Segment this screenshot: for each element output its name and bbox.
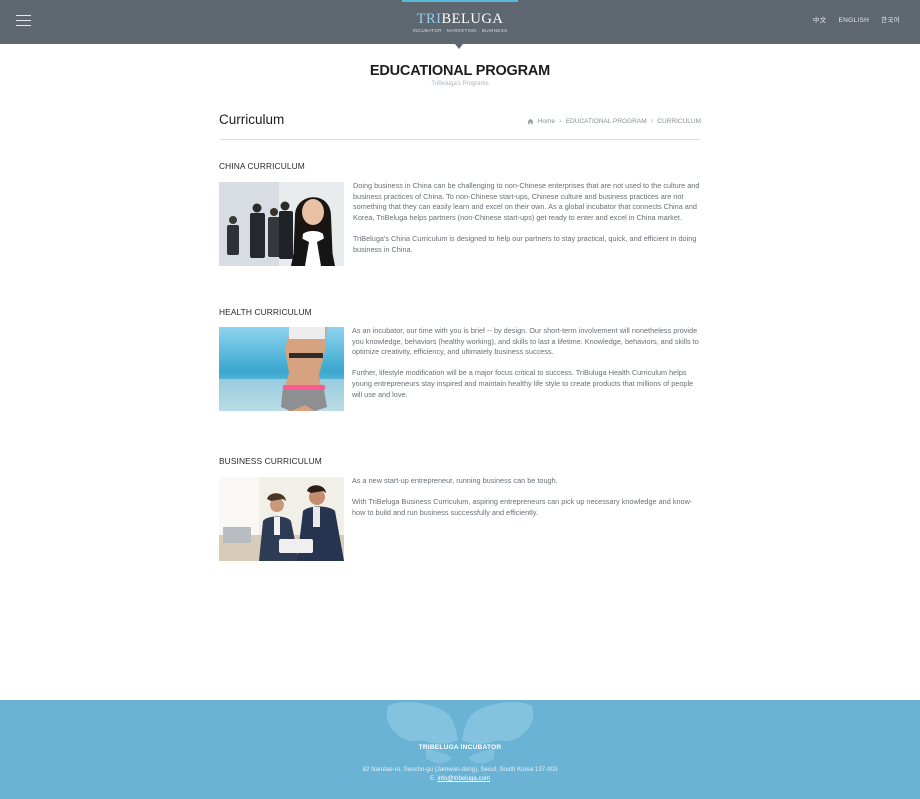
section-heading: Curriculum [219,112,285,127]
business-paragraph-1: As a new start-up entrepreneur, running … [352,476,558,485]
lang-chinese-link[interactable]: 中文 [813,16,827,25]
footer-email-row: E. info@tribeluga.com [0,775,920,782]
footer-email-link[interactable]: info@tribeluga.com [437,775,490,782]
health-curriculum-title: HEALTH CURRICULUM [219,307,312,317]
footer-address: 82 Narutae-ro, Seocho-gu (Jamwon-dong), … [362,766,558,773]
breadcrumb-program-link[interactable]: EDUCATIONAL PROGRAM [566,118,647,125]
breadcrumb: Home › EDUCATIONAL PROGRAM › CURRICULUM [527,117,701,125]
site-logo[interactable]: TRIBELUGA INCUBATOR · MARKETING · BUSINE… [400,11,520,33]
health-paragraph-2: Further, lifestyle modification will be … [352,368,694,399]
fitness-beach-photo [219,327,344,411]
hamburger-icon[interactable] [16,15,31,26]
china-paragraph-2: TriBeluga's China Curriculum is designed… [353,233,697,254]
health-curriculum-text: As an incubator, our time with you is br… [352,326,700,400]
site-header: TRIBELUGA INCUBATOR · MARKETING · BUSINE… [0,0,920,44]
footer-email-label: E. [429,775,436,782]
chevron-right-icon: › [559,116,562,125]
logo-wordmark: TRIBELUGA [416,11,504,27]
china-paragraph-1: Doing business in China can be challengi… [353,181,700,222]
lang-english-link[interactable]: ENGLISH [839,16,870,25]
logo-tagline: INCUBATOR · MARKETING · BUSINESS [412,28,508,33]
home-icon[interactable] [527,118,534,125]
world-map-icon [386,702,534,764]
business-people-photo [219,182,344,266]
header-caret-icon [455,44,463,49]
health-paragraph-1: As an incubator, our time with you is br… [352,326,699,357]
business-meeting-photo [219,477,344,561]
page-title: EDUCATIONAL PROGRAM [369,63,551,79]
lang-korean-link[interactable]: 한국어 [881,16,900,25]
china-curriculum-title: CHINA CURRICULUM [219,161,305,171]
page-subtitle: TriBeluga's Programs [431,81,489,87]
business-paragraph-2: With TriBeluga Business Curriculum, aspi… [352,497,693,517]
breadcrumb-current: CURRICULUM [657,117,701,125]
business-curriculum-text: As a new start-up entrepreneur, running … [352,476,700,518]
chevron-right-icon: › [650,116,654,125]
footer-company-name: TRIBELUGA INCUBATOR [418,744,502,751]
business-curriculum-title: BUSINESS CURRICULUM [219,456,322,466]
china-curriculum-text: Doing business in China can be challengi… [353,181,701,255]
site-footer: TRIBELUGA INCUBATOR 82 Narutae-ro, Seoch… [0,700,920,799]
header-accent-bar [402,0,518,2]
section-divider [219,139,701,140]
language-nav: 中文 ENGLISH 한국어 [813,16,900,25]
breadcrumb-home-link[interactable]: Home [538,118,555,125]
